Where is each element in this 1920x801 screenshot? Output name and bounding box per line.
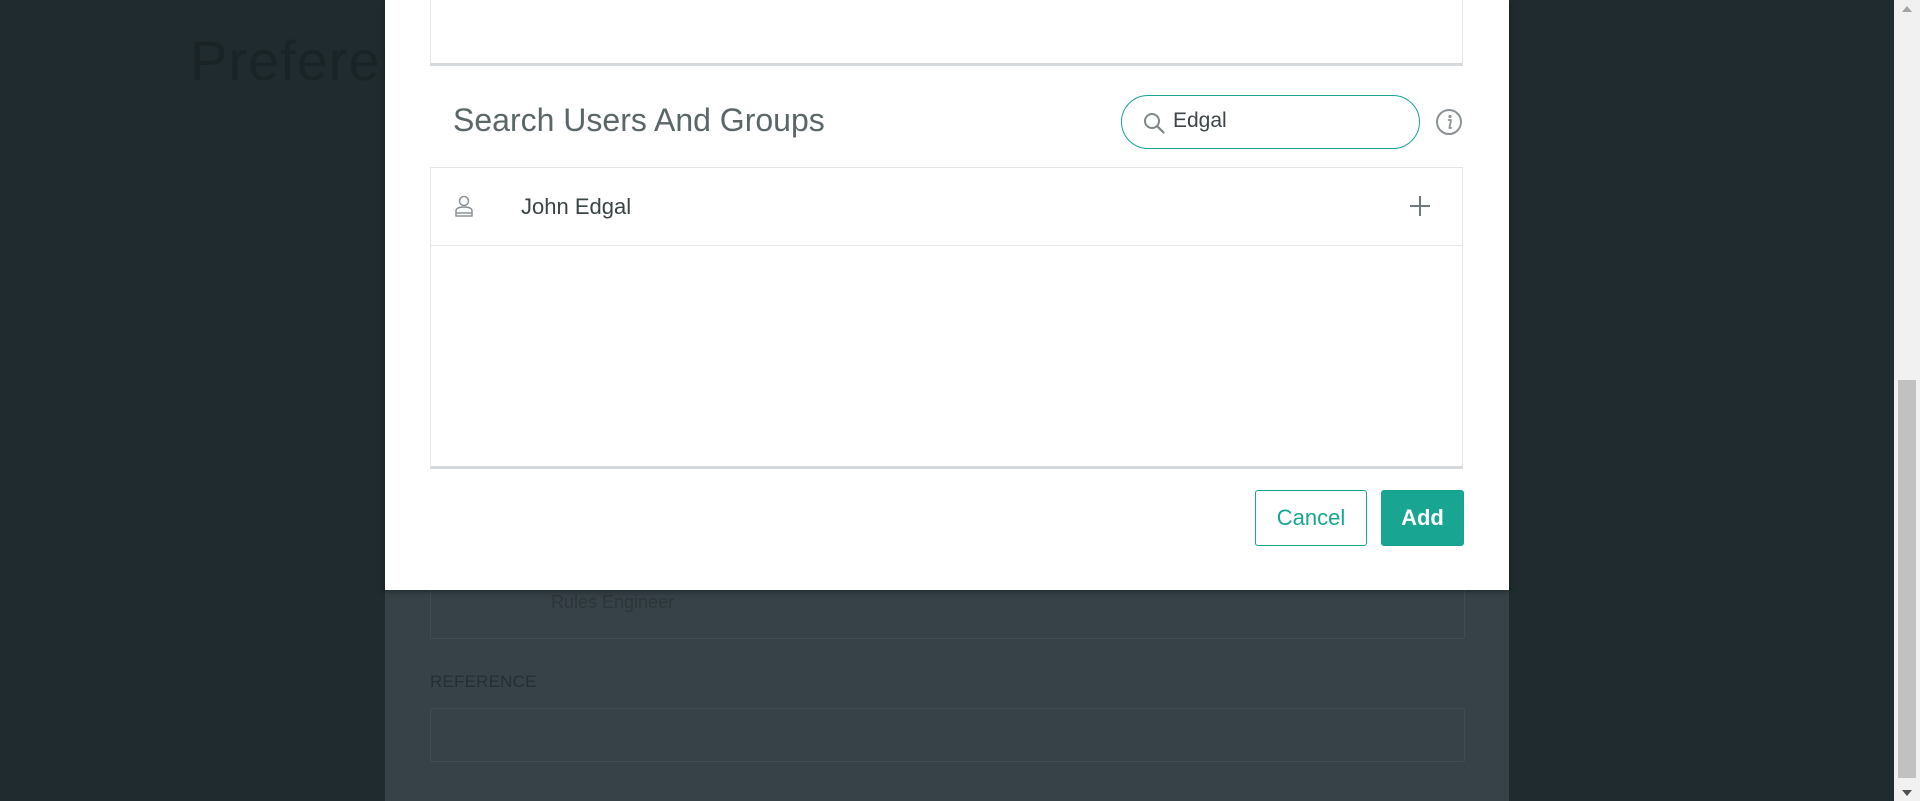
- plus-icon[interactable]: [1408, 194, 1432, 218]
- info-icon[interactable]: [1435, 108, 1463, 136]
- search-box[interactable]: [1121, 95, 1420, 149]
- background-field: Rules Engineer: [430, 585, 1465, 639]
- result-name: John Edgal: [521, 194, 632, 219]
- scrollbar-thumb[interactable]: [1898, 380, 1916, 778]
- selected-list-box: [430, 0, 1463, 66]
- add-button[interactable]: Add: [1381, 490, 1464, 546]
- user-icon: [455, 195, 473, 217]
- background-reference-label: REFERENCE: [430, 672, 537, 691]
- cancel-button[interactable]: Cancel: [1255, 490, 1367, 546]
- search-results-list: John Edgal: [430, 167, 1463, 469]
- result-row-john-edgal[interactable]: John Edgal: [431, 168, 1462, 246]
- section-title: Search Users And Groups: [453, 102, 825, 138]
- search-input[interactable]: [1173, 104, 1403, 138]
- background-reference-field: [430, 708, 1465, 762]
- page-scrollbar[interactable]: [1894, 0, 1920, 801]
- add-users-dialog: Search Users And Groups John Edgal Cance…: [385, 0, 1509, 590]
- background-page-title: Preferen: [190, 29, 413, 92]
- search-icon: [1144, 113, 1165, 134]
- scroll-down-arrow-icon[interactable]: [1894, 784, 1920, 801]
- background-field-value: Rules Engineer: [551, 592, 675, 612]
- background-form-panel: Rules Engineer REFERENCE: [385, 585, 1509, 801]
- scroll-up-arrow-icon[interactable]: [1894, 0, 1920, 17]
